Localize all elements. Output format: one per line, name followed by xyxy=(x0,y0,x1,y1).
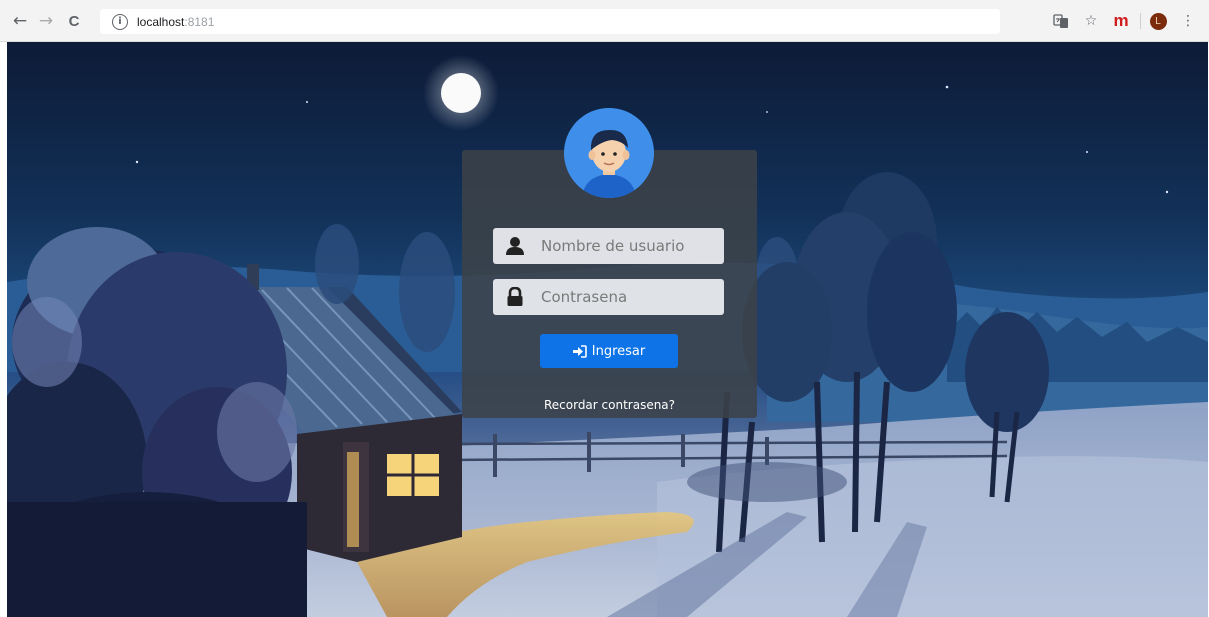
info-icon[interactable]: i xyxy=(112,13,128,30)
avatar-icon xyxy=(564,108,654,198)
profile-initial: L xyxy=(1155,15,1161,27)
toolbar-divider xyxy=(1140,13,1141,29)
sign-in-icon xyxy=(572,344,587,358)
password-input[interactable] xyxy=(539,287,709,307)
bookmark-star-button[interactable]: ☆ xyxy=(1078,9,1104,33)
star-icon: ☆ xyxy=(1084,13,1098,29)
reload-icon: C xyxy=(68,12,80,30)
browser-menu-button[interactable]: ⋮ xyxy=(1175,9,1201,33)
address-bar[interactable]: i localhost:8181 xyxy=(100,9,1000,34)
url-text[interactable]: localhost:8181 xyxy=(137,15,214,29)
back-arrow-icon: ← xyxy=(12,11,28,31)
moon xyxy=(441,73,481,113)
url-host: localhost xyxy=(137,14,185,29)
reload-button[interactable]: C xyxy=(63,10,85,32)
profile-button[interactable]: L xyxy=(1145,9,1171,33)
forward-button[interactable]: → xyxy=(35,10,57,32)
info-glyph: i xyxy=(118,16,122,27)
profile-avatar-icon: L xyxy=(1149,12,1167,30)
back-button[interactable]: ← xyxy=(9,10,31,32)
translate-button[interactable] xyxy=(1048,9,1074,33)
translate-icon xyxy=(1053,14,1068,28)
extension-button[interactable]: m xyxy=(1108,9,1134,33)
user-avatar xyxy=(564,108,654,198)
login-submit-button[interactable]: Ingresar xyxy=(540,334,678,368)
forward-arrow-icon: → xyxy=(38,11,54,31)
toolbar-actions: ☆ m L ⋮ xyxy=(1044,9,1201,33)
kebab-menu-icon: ⋮ xyxy=(1181,13,1195,29)
lock-icon xyxy=(503,285,527,309)
username-input[interactable] xyxy=(539,236,709,256)
browser-toolbar: ← → C i localhost:8181 ☆ m L ⋮ xyxy=(0,0,1209,42)
login-submit-label: Ingresar xyxy=(591,343,646,359)
url-port: :8181 xyxy=(184,14,215,29)
password-field[interactable] xyxy=(493,279,724,315)
user-icon xyxy=(503,234,527,258)
username-field[interactable] xyxy=(493,228,724,264)
forgot-password-link[interactable]: Recordar contrasena? xyxy=(462,398,757,412)
extension-m-icon: m xyxy=(1113,11,1129,30)
